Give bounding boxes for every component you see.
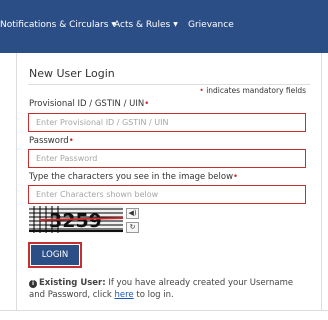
existing-user-note: i Existing User: If you have already crea… — [29, 277, 299, 301]
provisional-id-label: Provisional ID / GSTIN / UIN• — [29, 99, 149, 109]
password-label-text: Password — [29, 136, 69, 146]
nav-acts-rules[interactable]: Acts & Rules ▼ — [114, 20, 178, 30]
nav-acts-label: Acts & Rules — [114, 20, 171, 30]
existing-user-heading: Existing User: — [39, 278, 106, 288]
title-divider — [28, 84, 310, 85]
page-title: New User Login — [29, 67, 115, 80]
password-label: Password• — [29, 136, 74, 146]
captcha-input[interactable] — [28, 185, 306, 204]
required-star: • — [144, 99, 150, 109]
divider — [0, 310, 328, 311]
required-star: • — [233, 172, 239, 182]
provisional-id-input[interactable] — [28, 113, 306, 132]
required-star: • — [68, 136, 74, 146]
password-input[interactable] — [28, 149, 306, 168]
refresh-icon[interactable]: ↻ — [126, 222, 139, 233]
login-button[interactable]: LOGIN — [28, 242, 82, 268]
captcha-label: Type the characters you see in the image… — [29, 172, 238, 182]
mandatory-note-text: indicates mandatory fields — [206, 86, 306, 95]
captcha-label-text: Type the characters you see in the image… — [29, 172, 234, 182]
captcha-image: 3259 — [29, 206, 123, 233]
here-link[interactable]: here — [115, 290, 134, 300]
required-star: • — [199, 86, 204, 95]
caret-down-icon: ▼ — [173, 21, 178, 28]
nav-notifications-label: Notifications & Circulars — [0, 20, 109, 30]
provisional-id-label-text: Provisional ID / GSTIN / UIN — [29, 99, 145, 109]
speaker-icon[interactable]: ◀) — [126, 208, 139, 219]
captcha-text: 3259 — [49, 210, 102, 232]
mandatory-note: • indicates mandatory fields — [199, 86, 306, 95]
nav-grievance[interactable]: Grievance — [188, 20, 234, 30]
nav-notifications-circulars[interactable]: Notifications & Circulars ▼ — [0, 20, 116, 30]
top-nav-bar: Notifications & Circulars ▼ Acts & Rules ▼… — [0, 0, 328, 53]
info-circle-icon: i — [29, 280, 37, 288]
existing-user-text-after: to log in. — [136, 290, 174, 300]
nav-grievance-label: Grievance — [188, 20, 234, 30]
